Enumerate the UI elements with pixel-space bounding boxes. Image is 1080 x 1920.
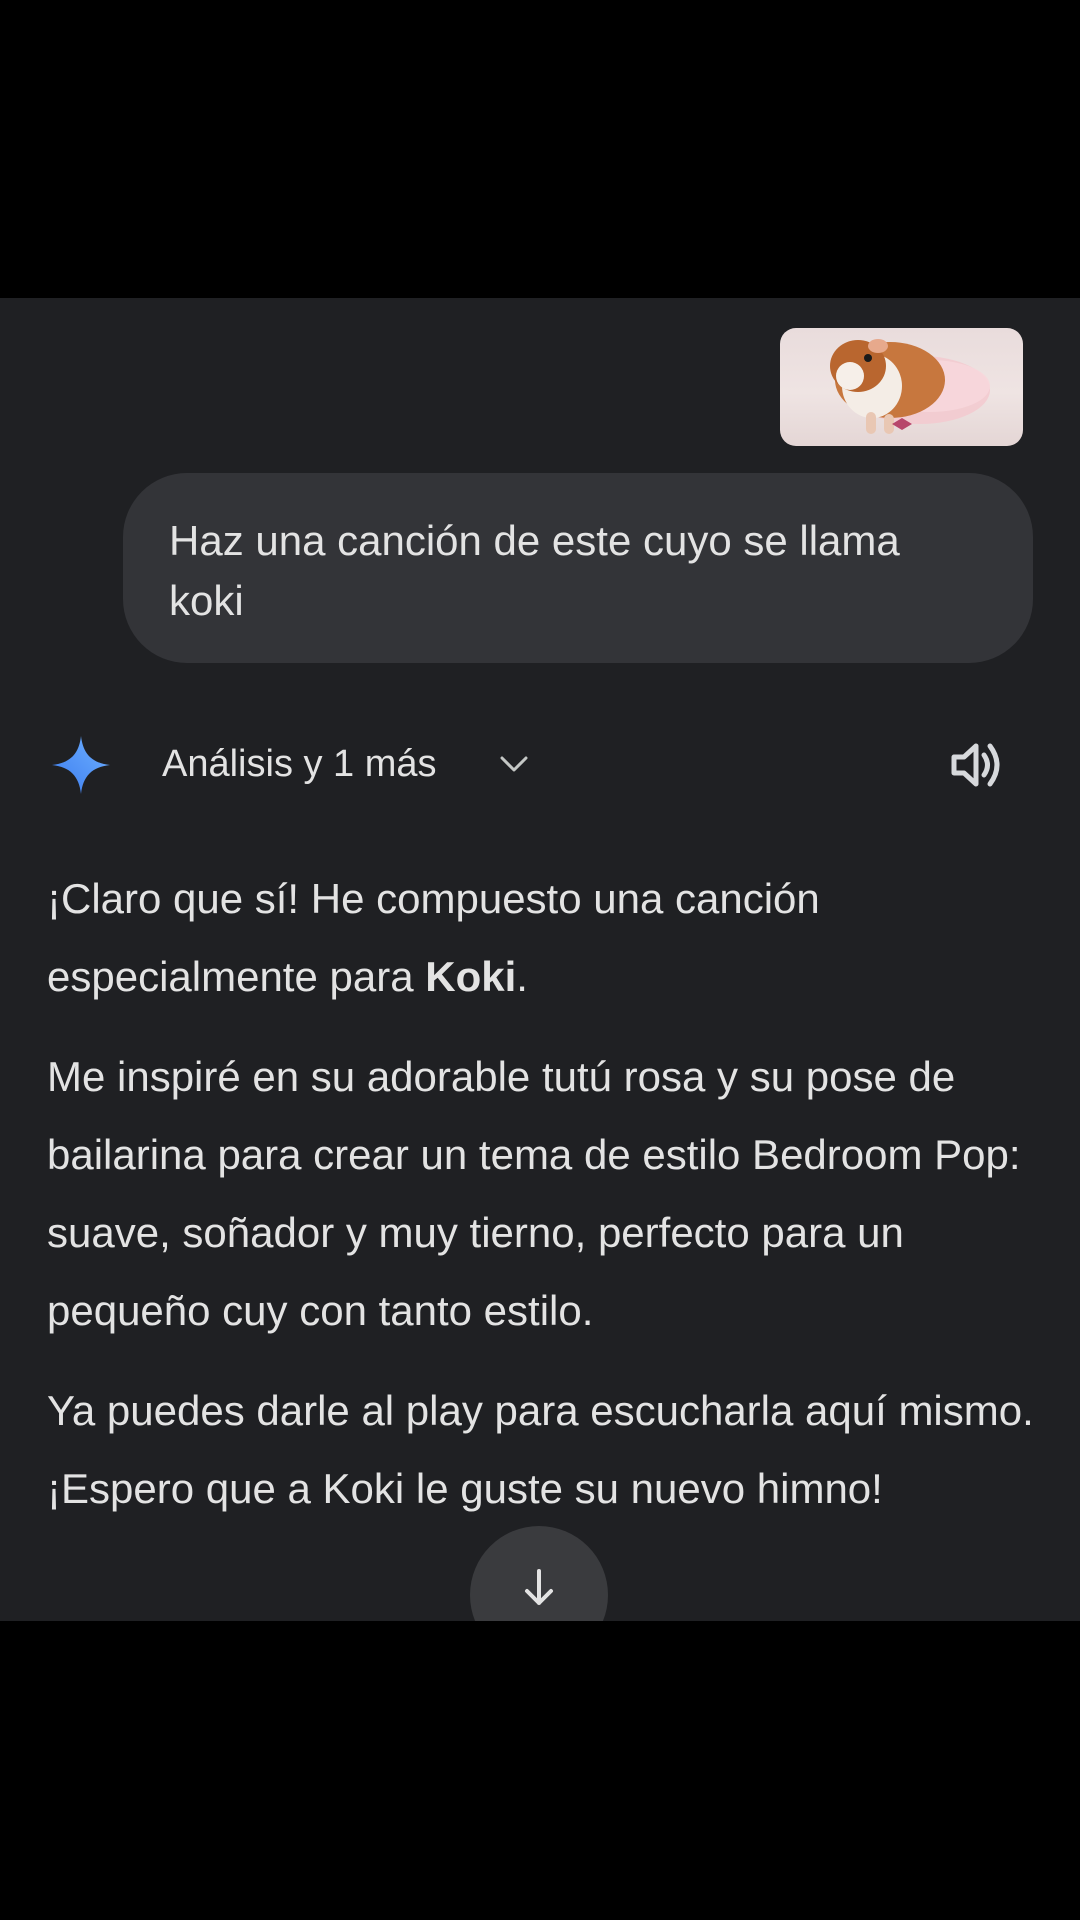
speaker-icon[interactable]: [948, 736, 1006, 794]
chat-screen: Haz una canción de este cuyo se llama ko…: [0, 298, 1080, 1621]
response-paragraph-2: Me inspiré en su adorable tutú rosa y su…: [47, 1053, 1021, 1334]
user-message-bubble: Haz una canción de este cuyo se llama ko…: [123, 473, 1033, 663]
response-header: Análisis y 1 más: [46, 728, 1036, 800]
tools-used-label[interactable]: Análisis y 1 más: [162, 742, 437, 786]
response-p1-end: .: [516, 953, 528, 1000]
guinea-pig-photo-icon: [830, 339, 990, 434]
response-text: ¡Claro que sí! He compuesto una canción …: [47, 860, 1037, 1550]
response-paragraph-3: Ya puedes darle al play para escucharla …: [47, 1387, 1034, 1512]
response-p1-bold: Koki: [425, 953, 517, 1000]
response-paragraph-1: ¡Claro que sí! He compuesto una canción …: [47, 860, 1037, 1016]
chevron-down-icon[interactable]: [494, 744, 534, 784]
arrow-down-icon: [525, 1569, 553, 1605]
gemini-sparkle-icon: [52, 736, 110, 794]
attached-guinea-pig-image[interactable]: [780, 328, 1023, 446]
user-message-text: Haz una canción de este cuyo se llama ko…: [169, 517, 900, 624]
